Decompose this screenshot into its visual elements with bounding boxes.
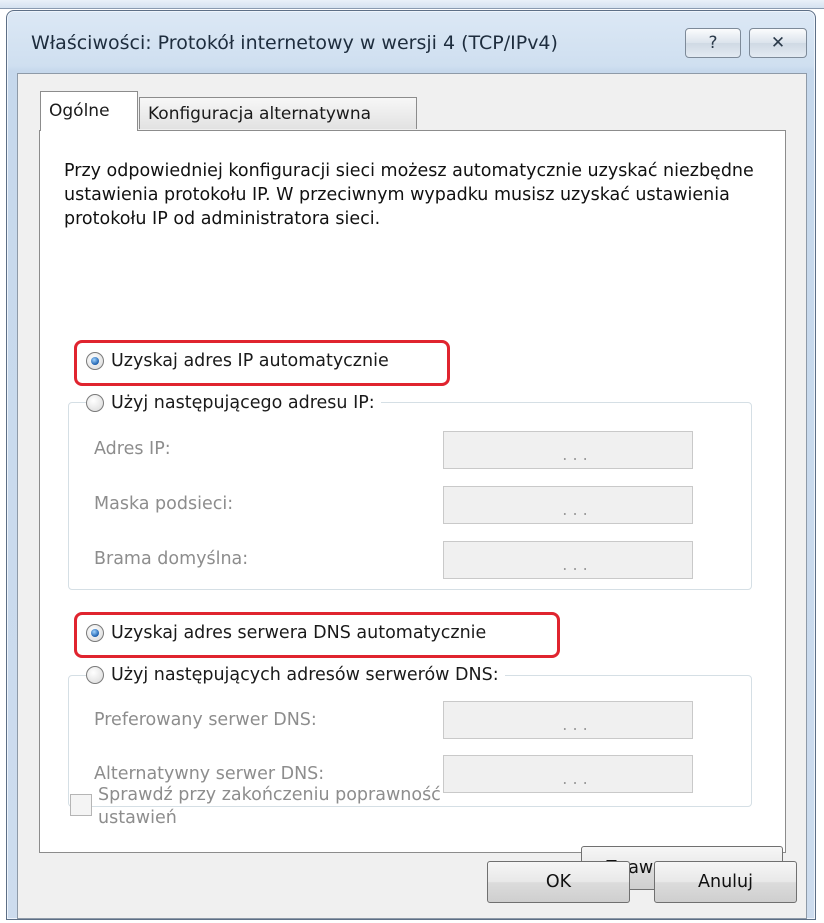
ip-manual-option[interactable]: Użyj następującego adresu IP: [86, 393, 381, 413]
default-gateway-field[interactable]: . . . [443, 541, 693, 579]
ip-auto-label: Uzyskaj adres IP automatycznie [111, 351, 389, 371]
dns-auto-label: Uzyskaj adres serwera DNS automatycznie [111, 623, 487, 643]
alternate-dns-label: Alternatywny serwer DNS: [94, 764, 325, 784]
validate-settings-option[interactable]: Sprawdź przy zakończeniu poprawność usta… [70, 784, 518, 830]
tab-general[interactable]: Ogólne [40, 91, 138, 131]
general-tab-panel: Przy odpowiedniej konfiguracji sieci moż… [39, 130, 786, 853]
preferred-dns-label: Preferowany serwer DNS: [94, 710, 317, 730]
preferred-dns-field[interactable]: . . . [443, 701, 693, 739]
dns-auto-radio[interactable] [86, 624, 104, 642]
help-button[interactable]: ? [685, 28, 741, 58]
dns-auto-option[interactable]: Uzyskaj adres serwera DNS automatycznie [86, 623, 487, 643]
dialog-title: Właściwości: Protokół internetowy w wers… [31, 32, 558, 54]
dns-manual-radio[interactable] [86, 666, 104, 684]
title-bar: Właściwości: Protokół internetowy w wers… [7, 11, 815, 73]
dns-manual-option[interactable]: Użyj następujących adresów serwerów DNS: [86, 665, 505, 685]
validate-settings-checkbox[interactable] [70, 794, 92, 816]
validate-settings-label: Sprawdź przy zakończeniu poprawność usta… [98, 785, 441, 828]
cancel-button[interactable]: Anuluj [654, 861, 797, 903]
subnet-mask-field[interactable]: . . . [443, 486, 693, 524]
ip-address-label: Adres IP: [94, 439, 171, 459]
ip-auto-radio[interactable] [86, 352, 104, 370]
ip-manual-label: Użyj następującego adresu IP: [111, 393, 375, 413]
ip-address-field[interactable]: . . . [443, 431, 693, 469]
question-mark-icon: ? [708, 33, 718, 53]
ipv4-properties-dialog: Właściwości: Protokół internetowy w wers… [6, 10, 816, 920]
tab-alternate-configuration[interactable]: Konfiguracja alternatywna [139, 97, 417, 129]
ip-auto-option[interactable]: Uzyskaj adres IP automatycznie [86, 351, 389, 371]
background-window-edge [0, 0, 824, 9]
ok-button[interactable]: OK [487, 861, 630, 903]
close-button[interactable]: ✕ [749, 28, 807, 58]
description-text: Przy odpowiedniej konfiguracji sieci moż… [64, 161, 754, 229]
ip-manual-radio[interactable] [86, 394, 104, 412]
default-gateway-label: Brama domyślna: [94, 549, 249, 569]
dns-manual-label: Użyj następujących adresów serwerów DNS: [111, 665, 499, 685]
close-icon: ✕ [770, 33, 786, 53]
dialog-client-area: Ogólne Konfiguracja alternatywna Przy od… [17, 73, 807, 919]
subnet-mask-label: Maska podsieci: [94, 494, 234, 514]
